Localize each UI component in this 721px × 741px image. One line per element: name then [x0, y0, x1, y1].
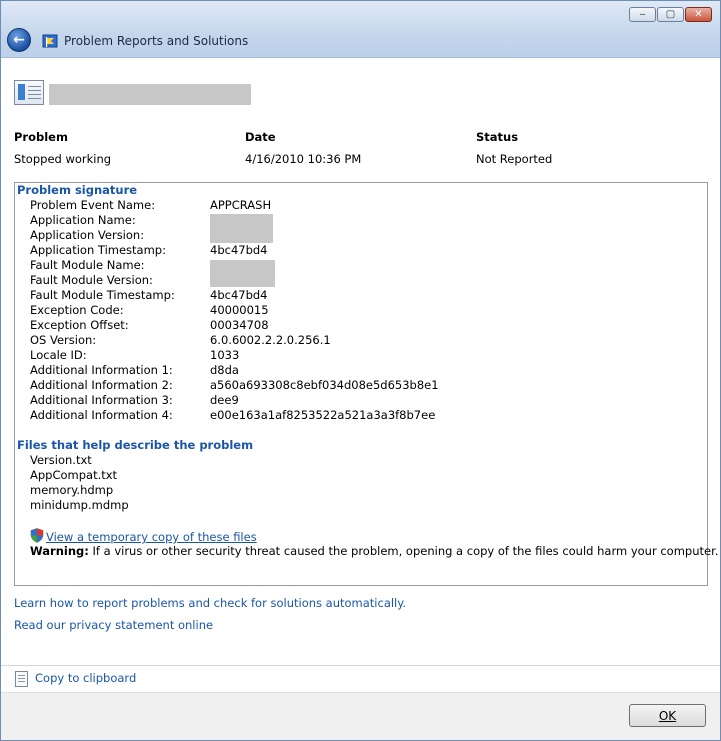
signature-label: Locale ID: [30, 348, 87, 362]
file-item: AppCompat.txt [30, 468, 118, 482]
signature-label: Application Name: [30, 213, 136, 227]
file-item: minidump.mdmp [30, 498, 129, 512]
button-bar [1, 692, 720, 740]
signature-value: 4bc47bd4 [210, 243, 268, 257]
action-center-flag-icon [42, 34, 58, 48]
copy-document-icon [15, 671, 28, 687]
learn-more-link[interactable]: Learn how to report problems and check f… [14, 596, 406, 610]
redacted-app-name [49, 84, 251, 105]
signature-label: Fault Module Timestamp: [30, 288, 175, 302]
signature-label: OS Version: [30, 333, 97, 347]
signature-label: Problem Event Name: [30, 198, 156, 212]
title-bar: ‒ ▢ ✕ ← Problem Reports and Solutions [1, 1, 720, 58]
signature-label: Additional Information 1: [30, 363, 173, 377]
signature-label: Fault Module Name: [30, 258, 145, 272]
problem-report-window: ‒ ▢ ✕ ← Problem Reports and Solutions Pr… [0, 0, 721, 741]
file-item: memory.hdmp [30, 483, 114, 497]
signature-value: d8da [210, 363, 239, 377]
warning-message: Warning: If a virus or other security th… [30, 544, 718, 558]
date-column-header: Date [245, 130, 276, 144]
status-column-header: Status [476, 130, 519, 144]
problem-value: Stopped working [14, 152, 112, 166]
signature-label: Exception Offset: [30, 318, 129, 332]
signature-value: dee9 [210, 393, 239, 407]
date-value: 4/16/2010 10:36 PM [245, 152, 362, 166]
signature-value: a560a693308c8ebf034d08e5d653b8e1 [210, 378, 439, 392]
redacted-fault-module-info [210, 260, 275, 287]
minimize-icon: ‒ [639, 8, 646, 20]
signature-label: Fault Module Version: [30, 273, 153, 287]
uac-shield-icon [30, 528, 44, 543]
warning-text: If a virus or other security threat caus… [88, 544, 719, 558]
signature-label: Additional Information 4: [30, 408, 173, 422]
divider [1, 665, 720, 666]
signature-value: 4bc47bd4 [210, 288, 268, 302]
signature-label: Application Timestamp: [30, 243, 166, 257]
problem-signature-heading: Problem signature [17, 183, 138, 197]
back-arrow-icon: ← [13, 32, 25, 48]
ok-button-label: OK [658, 708, 677, 723]
signature-value: 40000015 [210, 303, 269, 317]
signature-label: Application Version: [30, 228, 145, 242]
maximize-button[interactable]: ▢ [657, 7, 684, 22]
window-title: Problem Reports and Solutions [64, 34, 249, 48]
signature-label: Additional Information 3: [30, 393, 173, 407]
view-files-link-text: View a temporary copy of these files [46, 530, 257, 544]
signature-value: e00e163a1af8253522a521a3a3f8b7ee [210, 408, 436, 422]
minimize-button[interactable]: ‒ [629, 7, 656, 22]
status-value: Not Reported [476, 152, 553, 166]
file-item: Version.txt [30, 453, 92, 467]
files-heading: Files that help describe the problem [17, 438, 254, 452]
warning-label: Warning: [30, 544, 89, 558]
privacy-statement-link[interactable]: Read our privacy statement online [14, 618, 213, 632]
copy-to-clipboard-link[interactable]: Copy to clipboard [35, 671, 136, 685]
view-files-link[interactable]: View a temporary copy of these files [46, 530, 257, 544]
problem-column-header: Problem [14, 130, 68, 144]
close-icon: ✕ [694, 8, 703, 20]
signature-value: 00034708 [210, 318, 269, 332]
signature-value: 1033 [210, 348, 240, 362]
redacted-application-info [210, 214, 273, 243]
close-button[interactable]: ✕ [685, 7, 712, 22]
ok-button[interactable]: OK [629, 704, 706, 727]
maximize-icon: ▢ [665, 8, 676, 20]
signature-value: 6.0.6002.2.2.0.256.1 [210, 333, 331, 347]
signature-label: Exception Code: [30, 303, 124, 317]
window-icon [14, 80, 44, 105]
back-button[interactable]: ← [7, 28, 31, 52]
signature-label: Additional Information 2: [30, 378, 173, 392]
signature-value: APPCRASH [210, 198, 272, 212]
